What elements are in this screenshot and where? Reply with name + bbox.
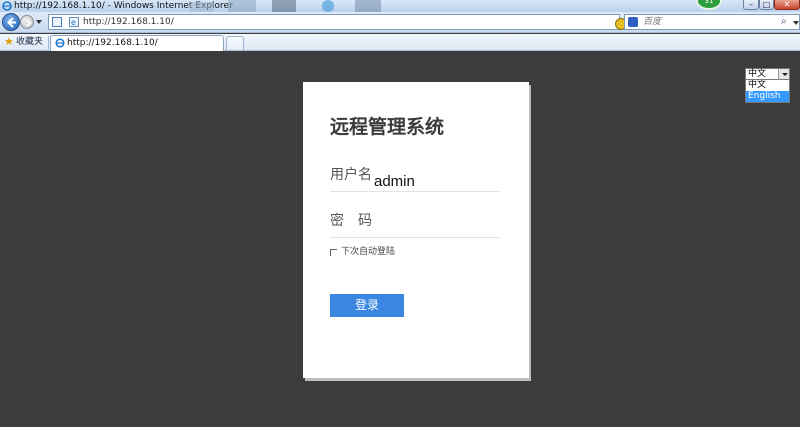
favorites-bar: ★ 收藏夹 http://192.168.1.10/: [0, 34, 800, 51]
search-dropdown-icon[interactable]: [793, 21, 799, 25]
address-url: http://192.168.1.10/: [83, 17, 174, 27]
divider: [48, 36, 49, 49]
magnifier-icon[interactable]: ⌕: [781, 16, 787, 27]
new-tab-button[interactable]: [226, 36, 244, 50]
chevron-down-icon[interactable]: [778, 69, 789, 79]
page-title: 远程管理系统: [330, 116, 445, 138]
window-title-bar: http://192.168.1.10/ - Windows Internet …: [0, 0, 800, 12]
close-window-button[interactable]: ✕: [774, 0, 800, 10]
favorites-button[interactable]: 收藏夹: [16, 36, 43, 48]
minimize-button[interactable]: –: [743, 0, 759, 10]
remember-checkbox[interactable]: [330, 249, 337, 256]
search-engine-icon[interactable]: [628, 17, 638, 27]
login-card: 远程管理系统 用户名 密 码 下次自动登陆 登录: [303, 82, 529, 378]
search-placeholder: 百度: [643, 17, 662, 27]
history-dropdown-icon[interactable]: [35, 18, 43, 26]
language-select[interactable]: 中文 中文 English: [745, 68, 790, 103]
ie-tab-icon: [55, 38, 65, 48]
arrow-left-icon: [7, 17, 16, 28]
calendar-badge: 31: [696, 0, 722, 10]
back-button[interactable]: [2, 13, 20, 31]
search-box[interactable]: 百度 ⌕: [624, 14, 800, 30]
maximize-button[interactable]: □: [759, 0, 774, 10]
star-icon[interactable]: ★: [4, 36, 14, 48]
language-options: 中文 English: [745, 80, 790, 103]
password-field: 密 码: [330, 208, 514, 238]
add-favorite-icon[interactable]: [52, 17, 62, 27]
tab-label: http://192.168.1.10/: [67, 38, 158, 48]
language-current-label: 中文: [748, 69, 767, 79]
username-input[interactable]: [374, 172, 498, 190]
forward-button[interactable]: [20, 15, 34, 29]
ie-logo-icon: [2, 1, 12, 11]
page-content: 中文 中文 English 远程管理系统 用户名 密 码 下次自动登陆 登录: [0, 52, 800, 427]
page-favicon: e: [69, 17, 79, 27]
password-label: 密 码: [330, 213, 372, 229]
language-current[interactable]: 中文: [745, 68, 790, 80]
browser-tab[interactable]: http://192.168.1.10/: [50, 35, 224, 51]
address-bar[interactable]: e http://192.168.1.10/ ↻ ✕: [48, 14, 666, 30]
password-input[interactable]: [390, 216, 514, 234]
arrow-right-icon: [26, 19, 32, 27]
taskbar-thumbnails: [190, 0, 381, 12]
remember-label: 下次自动登陆: [341, 247, 396, 257]
username-label: 用户名: [330, 167, 372, 183]
navigation-bar: e http://192.168.1.10/ ↻ ✕ 百度 ⌕: [0, 12, 800, 33]
svg-text:e: e: [71, 18, 76, 27]
language-option-chinese[interactable]: 中文: [746, 80, 789, 91]
username-field: 用户名: [330, 162, 500, 192]
language-option-english[interactable]: English: [746, 91, 789, 102]
login-button[interactable]: 登录: [330, 294, 404, 317]
